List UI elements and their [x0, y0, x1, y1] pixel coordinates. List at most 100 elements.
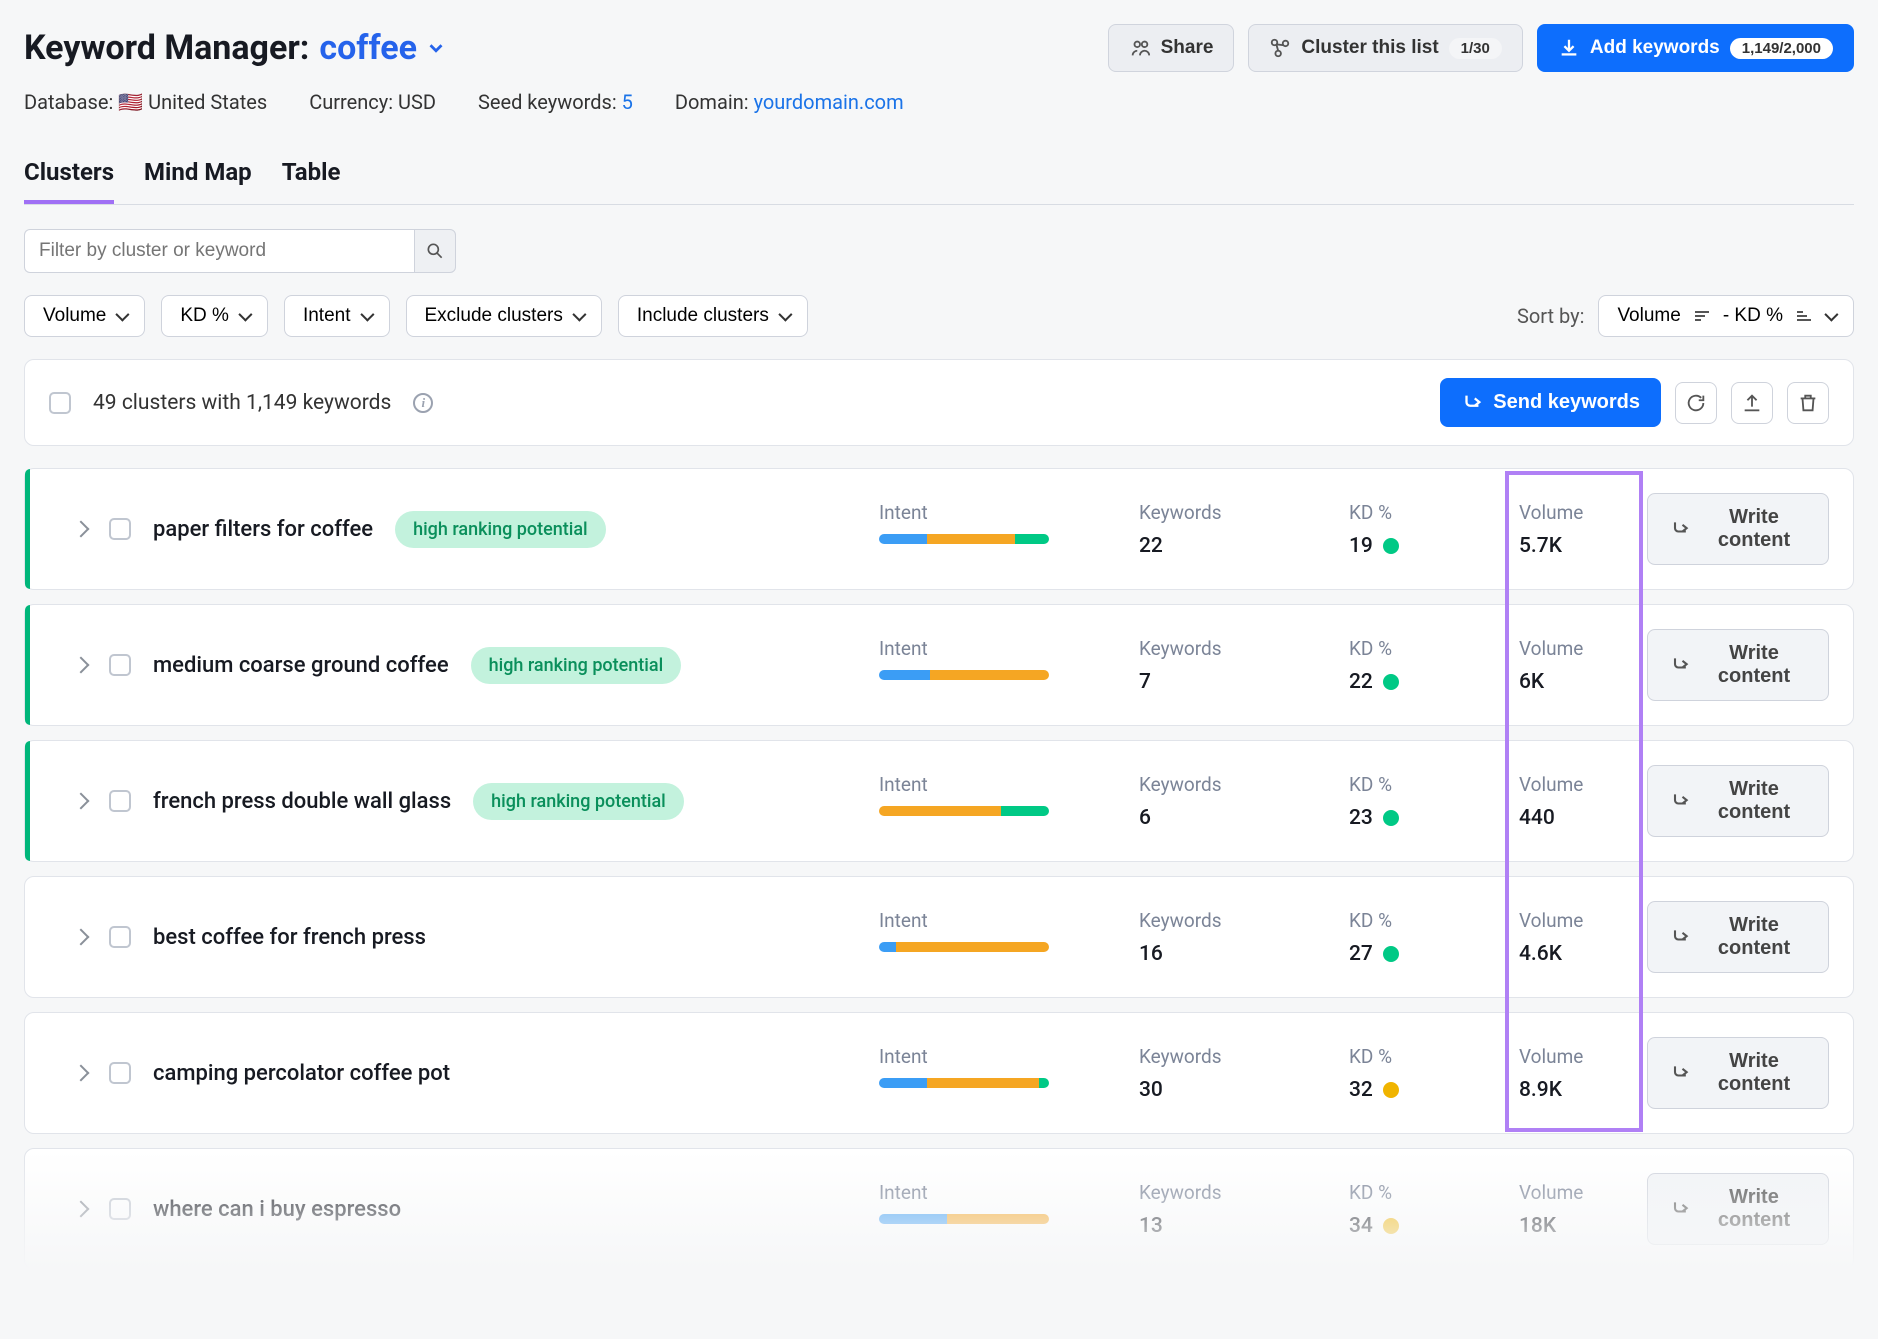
- write-content-button[interactable]: Write content: [1647, 493, 1829, 565]
- metric-intent: Intent: [879, 773, 1079, 830]
- kd-dot-icon: [1383, 538, 1399, 554]
- expand-chevron-icon[interactable]: [73, 521, 90, 538]
- page-title-area: Keyword Manager: coffee: [24, 28, 447, 68]
- metric-volume: Volume 4.6K: [1519, 909, 1629, 966]
- metric-kd: KD % 34: [1349, 1181, 1459, 1238]
- send-arrow-icon: [1670, 1063, 1690, 1083]
- summary-left: 49 clusters with 1,149 keywords i: [49, 391, 433, 415]
- write-content-button[interactable]: Write content: [1647, 901, 1829, 973]
- row-checkbox[interactable]: [109, 518, 131, 540]
- cluster-name: medium coarse ground coffee: [153, 653, 449, 678]
- cluster-name: camping percolator coffee pot: [153, 1061, 450, 1086]
- metric-label: KD %: [1349, 637, 1459, 660]
- intent-segment: [879, 1078, 927, 1088]
- metric-value: 440: [1519, 806, 1629, 830]
- row-checkbox[interactable]: [109, 790, 131, 812]
- tab-clusters[interactable]: Clusters: [24, 158, 114, 204]
- metric-keywords: Keywords 30: [1139, 1045, 1289, 1102]
- cluster-list-button[interactable]: Cluster this list 1/30: [1248, 24, 1522, 72]
- kd-dot-icon: [1383, 810, 1399, 826]
- expand-chevron-icon[interactable]: [73, 793, 90, 810]
- cluster-name: french press double wall glass: [153, 789, 451, 814]
- cluster-row: where can i buy espresso Intent Keywords…: [24, 1148, 1854, 1270]
- metric-value: 30: [1139, 1078, 1289, 1102]
- filter-intent[interactable]: Intent: [284, 295, 390, 337]
- add-keywords-button[interactable]: Add keywords 1,149/2,000: [1537, 24, 1854, 72]
- metric-label: KD %: [1349, 1045, 1459, 1068]
- metric-label: Volume: [1519, 773, 1629, 796]
- metric-label: Volume: [1519, 1045, 1629, 1068]
- export-button[interactable]: [1731, 382, 1773, 424]
- row-checkbox[interactable]: [109, 1062, 131, 1084]
- send-arrow-icon: [1670, 655, 1690, 675]
- metric-value: 19: [1349, 534, 1459, 558]
- project-dropdown[interactable]: coffee: [319, 28, 447, 68]
- expand-chevron-icon[interactable]: [73, 1065, 90, 1082]
- cluster-row: french press double wall glass high rank…: [24, 740, 1854, 862]
- metric-label: Intent: [879, 773, 1079, 796]
- high-ranking-badge: high ranking potential: [395, 511, 606, 548]
- metric-label: Intent: [879, 909, 1079, 932]
- cluster-row: medium coarse ground coffee high ranking…: [24, 604, 1854, 726]
- expand-chevron-icon[interactable]: [73, 929, 90, 946]
- cluster-row: best coffee for french press Intent Keyw…: [24, 876, 1854, 998]
- search-button[interactable]: [414, 229, 456, 273]
- row-checkbox[interactable]: [109, 926, 131, 948]
- tab-table[interactable]: Table: [282, 158, 341, 204]
- sort-desc-icon: [1695, 311, 1709, 321]
- metric-keywords: Keywords 22: [1139, 501, 1289, 558]
- write-content-button[interactable]: Write content: [1647, 1173, 1829, 1245]
- send-arrow-icon: [1670, 927, 1690, 947]
- metric-value: 7: [1139, 670, 1289, 694]
- row-checkbox[interactable]: [109, 1198, 131, 1220]
- tab-mind-map[interactable]: Mind Map: [144, 158, 252, 204]
- share-button[interactable]: Share: [1108, 24, 1235, 72]
- metric-value: 13: [1139, 1214, 1289, 1238]
- metric-keywords: Keywords 7: [1139, 637, 1289, 694]
- filter-exclude[interactable]: Exclude clusters: [406, 295, 602, 337]
- metric-intent: Intent: [879, 1045, 1079, 1102]
- write-content-button[interactable]: Write content: [1647, 629, 1829, 701]
- expand-chevron-icon[interactable]: [73, 1201, 90, 1218]
- metric-label: KD %: [1349, 909, 1459, 932]
- filter-volume[interactable]: Volume: [24, 295, 145, 337]
- metric-value: 8.9K: [1519, 1078, 1629, 1102]
- metric-volume: Volume 5.7K: [1519, 501, 1629, 558]
- intent-bar: [879, 942, 1049, 952]
- kd-dot-icon: [1383, 1082, 1399, 1098]
- filter-include[interactable]: Include clusters: [618, 295, 808, 337]
- intent-segment: [947, 1214, 1049, 1224]
- meta-database: Database: 🇺🇸 United States: [24, 90, 267, 114]
- metric-label: Intent: [879, 501, 1079, 524]
- cluster-list: paper filters for coffee high ranking po…: [24, 468, 1854, 1270]
- write-content-button[interactable]: Write content: [1647, 765, 1829, 837]
- cluster-badge: 1/30: [1449, 38, 1502, 59]
- metric-value: 18K: [1519, 1214, 1629, 1238]
- sort-dropdown[interactable]: Volume - KD %: [1598, 295, 1854, 337]
- intent-bar: [879, 534, 1049, 544]
- metric-keywords: Keywords 16: [1139, 909, 1289, 966]
- delete-button[interactable]: [1787, 382, 1829, 424]
- page-header: Keyword Manager: coffee Share Cluster th…: [24, 24, 1854, 72]
- write-content-button[interactable]: Write content: [1647, 1037, 1829, 1109]
- seed-link[interactable]: 5: [622, 90, 633, 114]
- expand-chevron-icon[interactable]: [73, 657, 90, 674]
- filter-kd[interactable]: KD %: [161, 295, 268, 337]
- info-icon[interactable]: i: [413, 393, 433, 413]
- filter-input[interactable]: [24, 229, 414, 273]
- metric-kd: KD % 27: [1349, 909, 1459, 966]
- ranking-indicator: [25, 469, 30, 589]
- metric-label: Volume: [1519, 501, 1629, 524]
- metric-label: Keywords: [1139, 773, 1289, 796]
- share-icon: [1129, 37, 1151, 59]
- meta-domain: Domain: yourdomain.com: [675, 90, 904, 114]
- chevron-down-icon: [360, 308, 374, 322]
- domain-link[interactable]: yourdomain.com: [754, 90, 904, 114]
- intent-segment: [927, 1078, 1039, 1088]
- send-keywords-button[interactable]: Send keywords: [1440, 378, 1661, 427]
- cluster-metrics: Intent Keywords 16 KD % 27 Volume 4.6K: [879, 909, 1629, 966]
- refresh-button[interactable]: [1675, 382, 1717, 424]
- row-checkbox[interactable]: [109, 654, 131, 676]
- metric-label: Keywords: [1139, 501, 1289, 524]
- select-all-checkbox[interactable]: [49, 392, 71, 414]
